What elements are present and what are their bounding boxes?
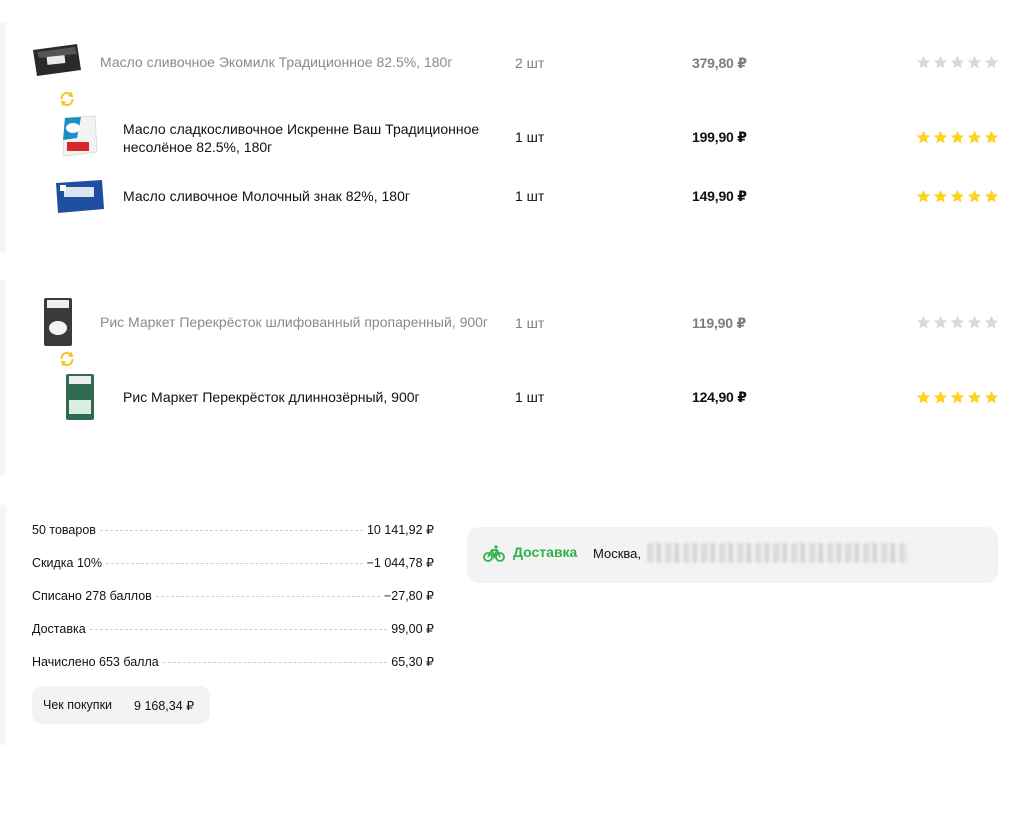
star-icon[interactable] xyxy=(950,189,965,204)
star-icon[interactable] xyxy=(967,189,982,204)
product-image xyxy=(56,180,104,213)
summary-value: −27,80 ₽ xyxy=(383,589,434,603)
star-icon[interactable] xyxy=(950,315,965,330)
star-icon[interactable] xyxy=(933,55,948,70)
order-item-replacement[interactable]: Масло сливочное Молочный знак 82%, 180г … xyxy=(0,177,1024,217)
product-price: 119,90 ₽ xyxy=(692,315,747,331)
product-image xyxy=(66,374,94,420)
summary-label: 50 товаров xyxy=(32,523,96,537)
star-icon[interactable] xyxy=(984,189,999,204)
summary-label: Начислено 653 балла xyxy=(32,655,159,669)
product-name[interactable]: Масло сливочное Экомилк Традиционное 82.… xyxy=(100,54,505,70)
star-icon[interactable] xyxy=(950,55,965,70)
order-item-original[interactable]: Масло сливочное Экомилк Традиционное 82.… xyxy=(0,44,1024,86)
rating-stars[interactable] xyxy=(916,55,999,70)
summary-row: Начислено 653 балла 65,30 ₽ xyxy=(32,654,434,687)
product-qty: 1 шт xyxy=(515,389,545,405)
summary-row: Доставка 99,00 ₽ xyxy=(32,621,434,654)
summary-value: 65,30 ₽ xyxy=(391,655,434,669)
delivery-label: Доставка xyxy=(513,544,578,560)
product-price: 124,90 ₽ xyxy=(692,389,747,405)
star-icon[interactable] xyxy=(916,130,931,145)
delivery-card[interactable]: Доставка Москва, xyxy=(467,527,998,583)
replace-icon xyxy=(60,91,74,107)
summary-row: 50 товаров 10 141,92 ₽ xyxy=(32,522,434,555)
star-icon[interactable] xyxy=(916,55,931,70)
product-name[interactable]: Масло сливочное Молочный знак 82%, 180г xyxy=(123,187,503,205)
rating-stars[interactable] xyxy=(916,390,999,405)
product-qty: 1 шт xyxy=(515,129,545,145)
summary-value: 10 141,92 ₽ xyxy=(366,523,434,537)
star-icon[interactable] xyxy=(916,390,931,405)
leader-dots xyxy=(162,662,388,663)
product-qty: 2 шт xyxy=(515,55,545,71)
product-price: 199,90 ₽ xyxy=(692,129,747,145)
leader-dots xyxy=(99,530,363,531)
leader-dots xyxy=(155,596,380,597)
star-icon[interactable] xyxy=(933,315,948,330)
summary-label: Списано 278 баллов xyxy=(32,589,152,603)
star-icon[interactable] xyxy=(933,130,948,145)
summary-label: Доставка xyxy=(32,622,86,636)
star-icon[interactable] xyxy=(967,390,982,405)
summary-row: Списано 278 баллов −27,80 ₽ xyxy=(32,588,434,621)
delivery-city: Москва, xyxy=(593,546,641,561)
summary-value: 99,00 ₽ xyxy=(391,622,434,636)
product-image xyxy=(44,298,72,346)
product-name[interactable]: Масло сладкосливочное Искренне Ваш Тради… xyxy=(123,120,503,156)
summary-row: Скидка 10% −1 044,78 ₽ xyxy=(32,555,434,588)
rating-stars[interactable] xyxy=(916,315,999,330)
star-icon[interactable] xyxy=(984,55,999,70)
receipt-button[interactable]: Чек покупки 9 168,34 ₽ xyxy=(32,686,210,724)
product-qty: 1 шт xyxy=(515,315,545,331)
star-icon[interactable] xyxy=(984,130,999,145)
receipt-label: Чек покупки xyxy=(43,698,113,712)
order-summary: 50 товаров 10 141,92 ₽ Скидка 10% −1 044… xyxy=(32,522,434,687)
product-name[interactable]: Рис Маркет Перекрёсток длиннозёрный, 900… xyxy=(123,388,503,406)
product-price: 379,80 ₽ xyxy=(692,55,747,71)
rating-stars[interactable] xyxy=(916,130,999,145)
rating-stars[interactable] xyxy=(916,189,999,204)
product-price: 149,90 ₽ xyxy=(692,188,747,204)
summary-value: −1 044,78 ₽ xyxy=(366,556,434,570)
leader-dots xyxy=(89,629,388,630)
group-edge xyxy=(0,505,6,745)
product-image xyxy=(33,44,81,76)
order-item-replacement[interactable]: Масло сладкосливочное Искренне Ваш Тради… xyxy=(0,115,1024,158)
product-name[interactable]: Рис Маркет Перекрёсток шлифованный пропа… xyxy=(100,314,505,330)
star-icon[interactable] xyxy=(967,55,982,70)
summary-label: Скидка 10% xyxy=(32,556,102,570)
order-item-original[interactable]: Рис Маркет Перекрёсток шлифованный пропа… xyxy=(0,298,1024,346)
star-icon[interactable] xyxy=(950,390,965,405)
star-icon[interactable] xyxy=(916,315,931,330)
star-icon[interactable] xyxy=(967,315,982,330)
star-icon[interactable] xyxy=(984,390,999,405)
leader-dots xyxy=(105,563,363,564)
star-icon[interactable] xyxy=(967,130,982,145)
star-icon[interactable] xyxy=(984,315,999,330)
star-icon[interactable] xyxy=(916,189,931,204)
star-icon[interactable] xyxy=(950,130,965,145)
product-image xyxy=(62,115,98,157)
star-icon[interactable] xyxy=(933,390,948,405)
order-item-replacement[interactable]: Рис Маркет Перекрёсток длиннозёрный, 900… xyxy=(0,374,1024,420)
replace-icon xyxy=(60,351,74,367)
star-icon[interactable] xyxy=(933,189,948,204)
redacted-address xyxy=(647,543,909,563)
receipt-total: 9 168,34 ₽ xyxy=(134,698,195,713)
product-qty: 1 шт xyxy=(515,188,545,204)
bicycle-icon xyxy=(483,545,505,562)
